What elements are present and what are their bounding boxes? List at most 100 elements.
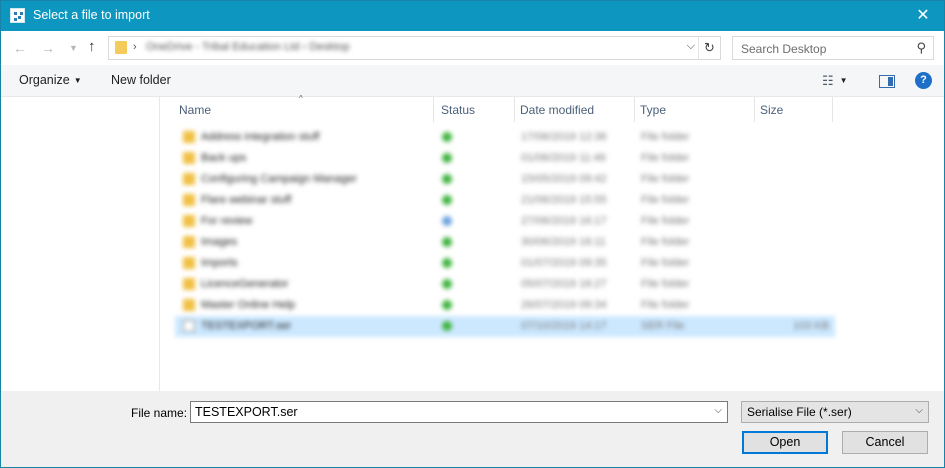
sync-status-icon	[442, 300, 452, 310]
app-icon	[10, 8, 25, 23]
column-header-name[interactable]: Name	[171, 97, 434, 122]
file-row[interactable]: LicenceGenerator 05/07/2019 16:27 File fol…	[175, 274, 835, 295]
file-date: 01/06/2019 11:46	[521, 152, 606, 164]
file-name-label: File name:	[131, 406, 188, 420]
file-date: 30/06/2019 16:11	[521, 236, 606, 248]
dialog-footer: File name: TESTEXPORT.ser ⌵ Serialise Fi…	[1, 391, 944, 467]
document-icon	[183, 320, 195, 332]
search-icon: ⚲	[916, 40, 926, 55]
file-row[interactable]: Master Online Help 26/07/2019 09:34 File f…	[175, 295, 835, 316]
sync-status-icon	[442, 279, 452, 289]
file-date: 07/10/2019 14:17	[521, 320, 607, 332]
sync-status-icon	[442, 258, 452, 268]
new-folder-button[interactable]: New folder	[111, 73, 171, 87]
caret-down-icon: ▼	[73, 76, 82, 85]
details-view-icon: ☷	[822, 73, 834, 88]
file-date: 17/06/2019 12:36	[521, 131, 607, 143]
change-view-button[interactable]: ☷ ▼	[822, 73, 860, 89]
file-date: 15/05/2019 09:42	[521, 173, 607, 185]
file-date: 05/07/2019 16:27	[521, 278, 607, 290]
file-row[interactable]: For review 27/06/2019 16:17 File folder	[175, 211, 835, 232]
file-row-selected[interactable]: TESTEXPORT.ser 07/10/2019 14:17 SER File 10…	[175, 316, 835, 337]
file-type: File folder	[641, 173, 690, 185]
help-icon[interactable]: ?	[915, 72, 932, 89]
window-title: Select a file to import	[33, 8, 150, 22]
file-open-dialog: Select a file to import ✕ ← → ▼ ↑ › OneD…	[0, 0, 945, 468]
file-type: SER File	[641, 320, 685, 332]
sync-status-icon	[442, 195, 452, 205]
toolbar: Organize ▼ New folder ☷ ▼ ?	[1, 65, 944, 97]
folder-icon	[115, 41, 127, 54]
file-name: TESTEXPORT.ser	[201, 320, 292, 332]
close-icon[interactable]: ✕	[902, 1, 944, 31]
file-type-filter-value: Serialise File (*.ser)	[747, 405, 852, 419]
navigation-pane[interactable]	[1, 97, 160, 391]
chevron-down-icon[interactable]: ⌵	[714, 405, 722, 416]
sync-status-icon	[442, 153, 452, 163]
cloud-status-icon	[442, 216, 452, 226]
open-button[interactable]: Open	[742, 431, 828, 454]
file-date: 27/06/2019 16:17	[521, 215, 607, 227]
file-rows: Address integration stuff 17/06/2019 12:3…	[175, 127, 835, 337]
file-type: File folder	[641, 236, 690, 248]
folder-icon	[183, 152, 195, 164]
up-arrow-icon[interactable]: ↑	[88, 38, 96, 55]
file-row[interactable]: Configuring Campaign Manager 15/05/2019 0…	[175, 169, 835, 190]
search-placeholder: Search Desktop	[741, 42, 827, 56]
file-list: ^ Name Status Date modified Type Size Ad…	[161, 94, 944, 391]
folder-icon	[183, 131, 195, 143]
column-header-type[interactable]: Type	[635, 97, 755, 122]
organize-label: Organize	[19, 73, 70, 87]
refresh-icon[interactable]: ↻	[698, 37, 720, 59]
file-type: File folder	[641, 257, 690, 269]
file-name-value: TESTEXPORT.ser	[195, 405, 298, 419]
column-header-size[interactable]: Size	[755, 97, 833, 122]
preview-pane-icon[interactable]	[879, 75, 895, 88]
forward-arrow-icon[interactable]: →	[41, 40, 55, 56]
sync-status-icon	[442, 174, 452, 184]
file-date: 01/07/2019 09:35	[521, 257, 607, 269]
file-type: File folder	[641, 131, 690, 143]
file-name: Master Online Help	[201, 299, 296, 311]
sync-status-icon	[442, 321, 452, 331]
file-type-filter-select[interactable]: Serialise File (*.ser) ⌵	[741, 401, 929, 423]
file-row[interactable]: Images 30/06/2019 16:11 File folder	[175, 232, 835, 253]
file-type: File folder	[641, 215, 690, 227]
folder-icon	[183, 173, 195, 185]
file-type: File folder	[641, 278, 690, 290]
folder-icon	[183, 236, 195, 248]
folder-icon	[183, 215, 195, 227]
file-name: Flare webinar stuff	[201, 194, 292, 206]
file-type: File folder	[641, 194, 690, 206]
cancel-button[interactable]: Cancel	[842, 431, 928, 454]
sync-status-icon	[442, 132, 452, 142]
title-bar: Select a file to import ✕	[1, 1, 944, 31]
file-name: Imports	[201, 257, 238, 269]
column-header-status[interactable]: Status	[434, 97, 515, 122]
navigation-bar: ← → ▼ ↑ › OneDrive - Tribal Education Lt…	[1, 31, 944, 65]
breadcrumb-separator-icon: ›	[133, 41, 137, 53]
file-date: 21/06/2019 15:55	[521, 194, 607, 206]
file-row[interactable]: Address integration stuff 17/06/2019 12:3…	[175, 127, 835, 148]
file-type: File folder	[641, 152, 690, 164]
file-type: File folder	[641, 299, 690, 311]
file-name-field[interactable]: TESTEXPORT.ser ⌵	[190, 401, 728, 423]
address-bar[interactable]: › OneDrive - Tribal Education Ltd › Desk…	[108, 36, 721, 60]
caret-down-icon: ▼	[839, 76, 848, 85]
folder-icon	[183, 278, 195, 290]
chevron-down-icon: ⌵	[915, 405, 923, 416]
search-input[interactable]: Search Desktop ⚲	[732, 36, 934, 60]
folder-icon	[183, 257, 195, 269]
column-header-date-modified[interactable]: Date modified	[515, 97, 635, 122]
organize-menu-button[interactable]: Organize ▼	[19, 73, 82, 87]
file-date: 26/07/2019 09:34	[521, 299, 607, 311]
file-row[interactable]: Back ups 01/06/2019 11:46 File folder	[175, 148, 835, 169]
file-name: Back ups	[201, 152, 247, 164]
chevron-down-icon[interactable]: ⌵	[687, 40, 695, 53]
back-arrow-icon[interactable]: ←	[13, 40, 27, 56]
file-row[interactable]: Flare webinar stuff 21/06/2019 15:55 File …	[175, 190, 835, 211]
recent-locations-chevron-icon[interactable]: ▼	[69, 43, 78, 53]
file-row[interactable]: Imports 01/07/2019 09:35 File folder	[175, 253, 835, 274]
breadcrumb[interactable]: OneDrive - Tribal Education Ltd › Deskto…	[146, 41, 350, 53]
file-name: Configuring Campaign Manager	[201, 173, 357, 185]
